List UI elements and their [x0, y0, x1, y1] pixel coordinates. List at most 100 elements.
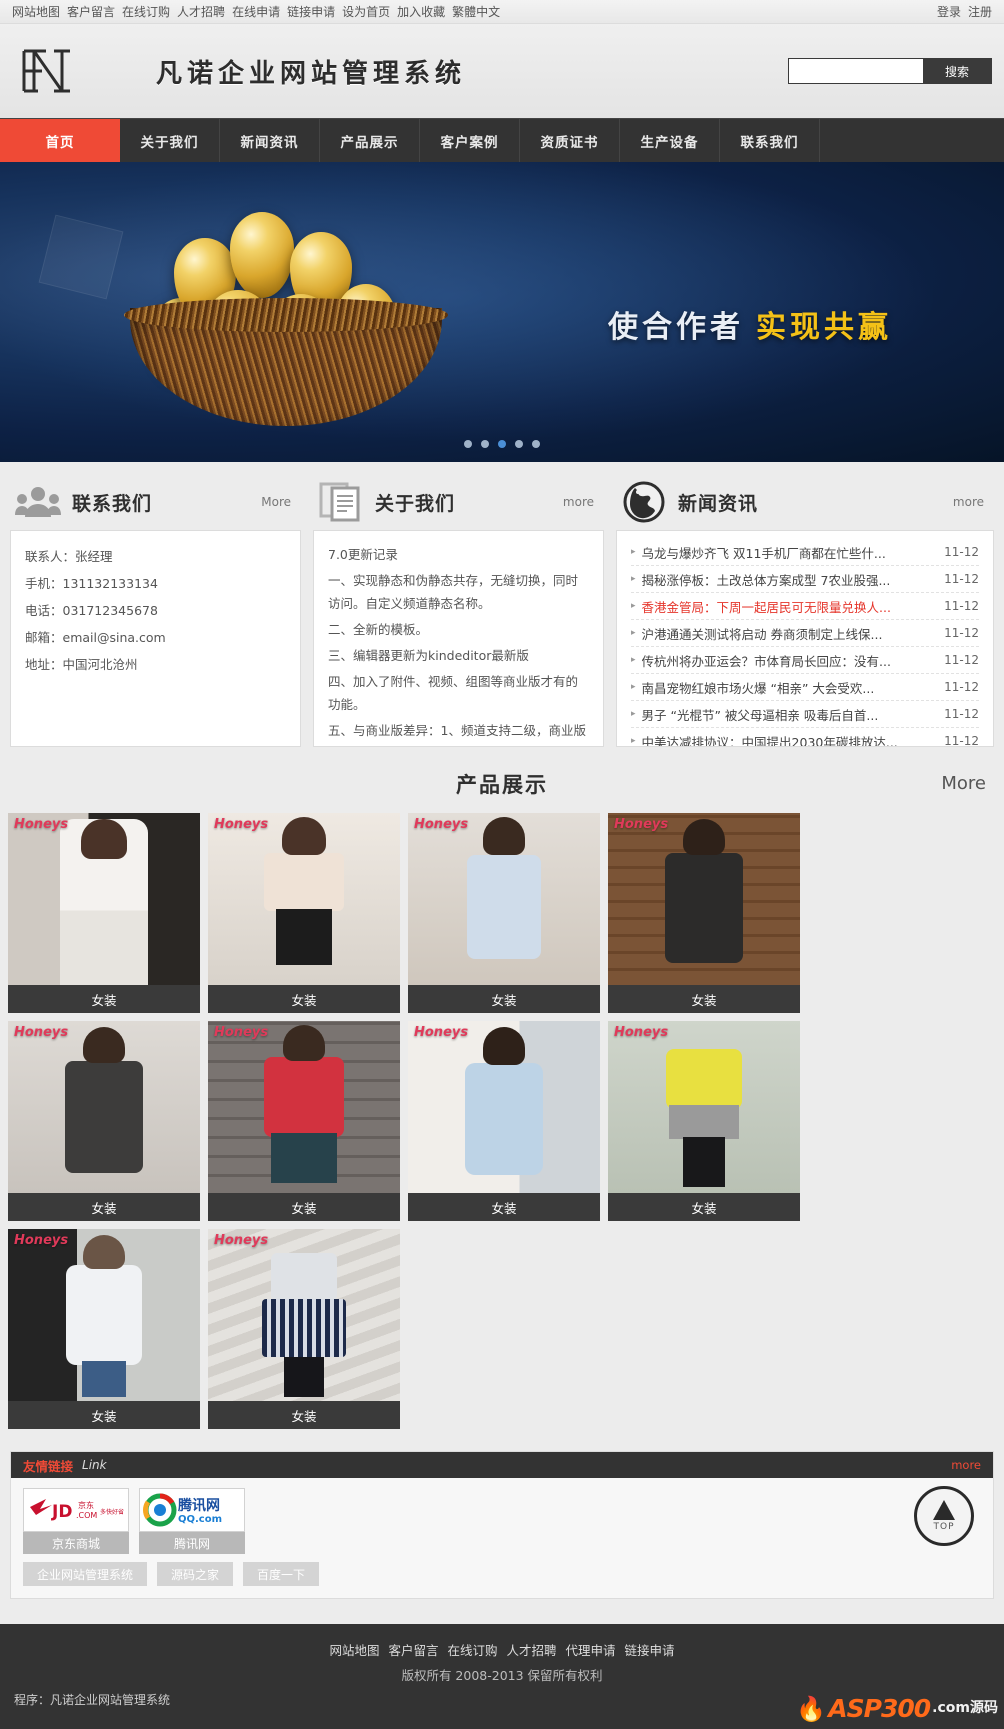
product-image[interactable]: Honeys — [208, 1021, 400, 1193]
banner-dot-2[interactable] — [481, 440, 489, 448]
friend-text-link-source[interactable]: 源码之家 — [157, 1562, 234, 1586]
product-image[interactable]: Honeys — [408, 813, 600, 985]
product-image[interactable]: Honeys — [608, 813, 800, 985]
nav-item-about[interactable]: 关于我们 — [120, 119, 220, 162]
product-card[interactable]: Honeys 女装 — [408, 1021, 600, 1221]
hero-banner[interactable]: 使合作者 实现共赢 — [0, 162, 1004, 462]
product-card[interactable]: Honeys 女装 — [608, 1021, 800, 1221]
friend-link-jd[interactable]: JD 京东 .COM 多快好省 京东商城 — [23, 1488, 129, 1554]
contact-phone: 电话：031712345678 — [25, 603, 158, 618]
product-image[interactable]: Honeys — [208, 1229, 400, 1401]
about-paragraph-3: 三、编辑器更新为kindeditor最新版 — [328, 648, 529, 663]
news-item-title[interactable]: 传杭州将办亚运会？市体育局长回应：没有... — [642, 651, 937, 670]
product-card[interactable]: Honeys 女装 — [608, 813, 800, 1013]
search-input[interactable] — [789, 59, 923, 83]
nav-item-contact[interactable]: 联系我们 — [720, 119, 820, 162]
news-list-item[interactable]: ▸ 男子 “光棍节” 被父母逼相亲 吸毒后自首... 11-12 — [631, 701, 979, 728]
banner-dot-1[interactable] — [464, 440, 472, 448]
banner-slogan-part2: 实现共赢 — [756, 310, 892, 345]
product-card[interactable]: Honeys 女装 — [8, 1229, 200, 1429]
nav-item-home[interactable]: 首页 — [0, 119, 120, 162]
product-card[interactable]: Honeys 女装 — [208, 1229, 400, 1429]
top-link-jobs[interactable]: 人才招聘 — [177, 3, 225, 20]
search-button[interactable]: 搜索 — [923, 59, 991, 83]
nav-item-products[interactable]: 产品展示 — [320, 119, 420, 162]
friend-text-link-baidu[interactable]: 百度一下 — [243, 1562, 320, 1586]
nav-item-news[interactable]: 新闻资讯 — [220, 119, 320, 162]
globe-icon — [620, 480, 668, 524]
login-link[interactable]: 登录 — [937, 3, 961, 20]
product-brand-label: Honeys — [614, 1025, 669, 1040]
friend-links-more-link[interactable]: more — [951, 1458, 981, 1472]
top-link-traditional[interactable]: 繁體中文 — [452, 3, 500, 20]
footer-link-agent[interactable]: 代理申请 — [566, 1638, 616, 1663]
footer-link-order[interactable]: 在线订购 — [447, 1638, 497, 1663]
nav-item-cases[interactable]: 客户案例 — [420, 119, 520, 162]
contact-more-link[interactable]: More — [261, 495, 297, 509]
news-item-title[interactable]: 南昌宠物红娘市场火爆 “相亲” 大会受欢... — [642, 678, 937, 697]
product-card[interactable]: Honeys 女装 — [408, 813, 600, 1013]
banner-dot-4[interactable] — [515, 440, 523, 448]
watermark-main: ASP300 — [828, 1694, 931, 1723]
site-header: 凡诺企业网站管理系统 搜索 — [0, 24, 1004, 118]
news-item-title[interactable]: 男子 “光棍节” 被父母逼相亲 吸毒后自首... — [642, 705, 937, 724]
news-list-item[interactable]: ▸ 揭秘涨停板：土改总体方案成型 7农业股强... 11-12 — [631, 566, 979, 593]
nav-item-equipment[interactable]: 生产设备 — [620, 119, 720, 162]
news-item-date: 11-12 — [944, 707, 979, 721]
top-link-order[interactable]: 在线订购 — [122, 3, 170, 20]
svg-text:QQ.com: QQ.com — [178, 1514, 222, 1525]
banner-dot-3[interactable] — [498, 440, 506, 448]
register-link[interactable]: 注册 — [968, 3, 992, 20]
back-to-top-button[interactable]: TOP — [914, 1486, 974, 1546]
friend-text-link-cms[interactable]: 企业网站管理系统 — [23, 1562, 148, 1586]
product-card[interactable]: Honeys 女装 — [208, 813, 400, 1013]
news-item-title[interactable]: 揭秘涨停板：土改总体方案成型 7农业股强... — [642, 570, 937, 589]
news-item-title[interactable]: 沪港通通关测试将启动 券商须制定上线保... — [642, 624, 937, 643]
about-column: 关于我们 more 7.0更新记录 一、实现静态和伪静态共存，无缝切换，同时访问… — [313, 474, 604, 747]
news-list-item[interactable]: ▸ 乌龙与爆炒齐飞 双11手机厂商都在忙些什... 11-12 — [631, 539, 979, 566]
news-list-item[interactable]: ▸ 中美达减排协议：中国提出2030年碳排放达... 11-12 — [631, 728, 979, 747]
friend-link-tencent[interactable]: 腾讯网 QQ.com 腾讯网 — [139, 1488, 245, 1554]
contact-email: 邮箱：email@sina.com — [25, 630, 166, 645]
product-card[interactable]: Honeys 女装 — [8, 813, 200, 1013]
about-paragraph-5: 五、与商业版差异：1、频道支持二级，商业版无限极。2、频道类型和详情类型较少。3… — [328, 723, 586, 738]
product-card[interactable]: Honeys 女装 — [8, 1021, 200, 1221]
friend-links-title-en: Link — [82, 1458, 107, 1472]
product-image[interactable]: Honeys — [408, 1021, 600, 1193]
top-link-homepage[interactable]: 设为首页 — [342, 3, 390, 20]
news-list-item-highlighted[interactable]: ▸ 香港金管局：下周一起居民可无限量兑换人... 11-12 — [631, 593, 979, 620]
product-image[interactable]: Honeys — [8, 813, 200, 985]
news-list-item[interactable]: ▸ 传杭州将办亚运会？市体育局长回应：没有... 11-12 — [631, 647, 979, 674]
footer-link-sitemap[interactable]: 网站地图 — [329, 1638, 379, 1663]
top-link-favorite[interactable]: 加入收藏 — [397, 3, 445, 20]
banner-dot-5[interactable] — [532, 440, 540, 448]
product-image[interactable]: Honeys — [208, 813, 400, 985]
product-brand-label: Honeys — [614, 817, 669, 832]
product-image[interactable]: Honeys — [8, 1021, 200, 1193]
product-image[interactable]: Honeys — [8, 1229, 200, 1401]
news-item-title[interactable]: 中美达减排协议：中国提出2030年碳排放达... — [642, 732, 937, 747]
friend-links-section: 友情链接 Link more JD 京东 .COM 多快好省 京东商城 腾讯网 … — [10, 1451, 994, 1599]
news-item-title[interactable]: 香港金管局：下周一起居民可无限量兑换人... — [642, 597, 937, 616]
top-link-linkapply[interactable]: 链接申请 — [287, 3, 335, 20]
product-image[interactable]: Honeys — [608, 1021, 800, 1193]
nav-item-certificates[interactable]: 资质证书 — [520, 119, 620, 162]
products-more-link[interactable]: More — [941, 773, 986, 794]
footer-link-linkapply[interactable]: 链接申请 — [625, 1638, 675, 1663]
site-logo[interactable] — [12, 43, 92, 99]
footer-link-feedback[interactable]: 客户留言 — [388, 1638, 438, 1663]
about-more-link[interactable]: more — [563, 495, 600, 509]
footer-link-jobs[interactable]: 人才招聘 — [507, 1638, 557, 1663]
top-link-apply[interactable]: 在线申请 — [232, 3, 280, 20]
contact-body: 联系人：张经理 手机：131132133134 电话：031712345678 … — [10, 530, 301, 747]
news-more-link[interactable]: more — [953, 495, 990, 509]
news-list-item[interactable]: ▸ 南昌宠物红娘市场火爆 “相亲” 大会受欢... 11-12 — [631, 674, 979, 701]
product-card[interactable]: Honeys 女装 — [208, 1021, 400, 1221]
news-list-item[interactable]: ▸ 沪港通通关测试将启动 券商须制定上线保... 11-12 — [631, 620, 979, 647]
product-caption: 女装 — [608, 985, 800, 1013]
bullet-arrow-icon: ▸ — [631, 547, 636, 557]
top-link-feedback[interactable]: 客户留言 — [67, 3, 115, 20]
top-link-sitemap[interactable]: 网站地图 — [12, 3, 60, 20]
news-item-title[interactable]: 乌龙与爆炒齐飞 双11手机厂商都在忙些什... — [642, 543, 937, 562]
top-links: 网站地图 客户留言 在线订购 人才招聘 在线申请 链接申请 设为首页 加入收藏 … — [12, 3, 500, 20]
